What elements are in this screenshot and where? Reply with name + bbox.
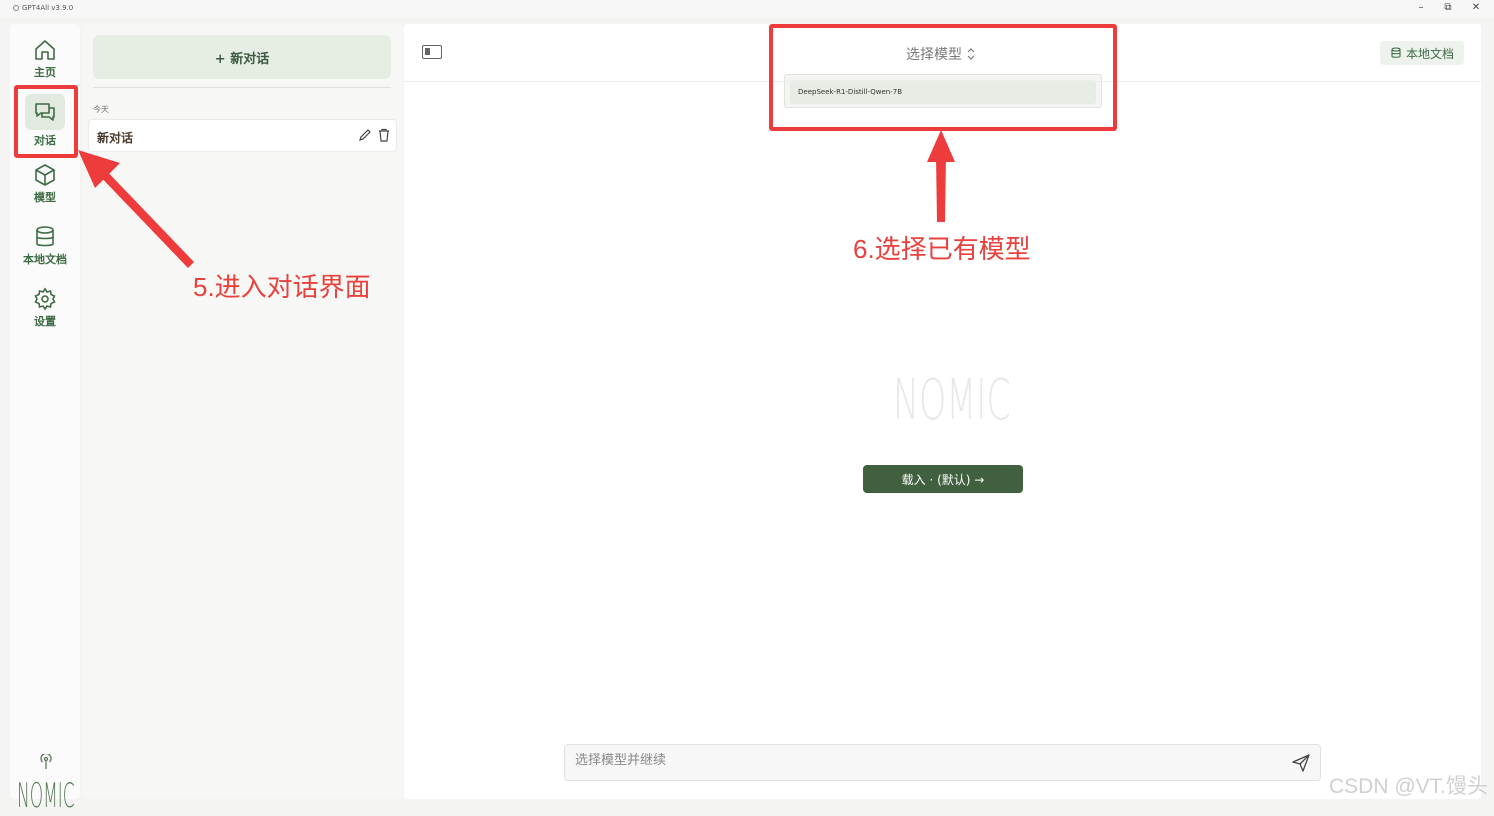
- annotation-step6: 6.选择已有模型: [853, 234, 1031, 264]
- main-chat-area: 选择模型 DeepSeek-R1-Distill-Qwen-7B 本地文档 NO…: [404, 24, 1481, 799]
- chat-list-item[interactable]: 新对话: [88, 119, 397, 152]
- app-icon: [13, 5, 19, 11]
- nav-label-localdocs: 本地文档: [23, 253, 67, 266]
- app-title-text: GPT4All v3.9.0: [22, 4, 74, 12]
- message-input[interactable]: [575, 753, 1275, 768]
- chat-item-title: 新对话: [97, 131, 134, 145]
- database-icon: [36, 226, 54, 247]
- send-icon[interactable]: [1292, 754, 1310, 772]
- watermark: CSDN @VT.馒头: [1329, 775, 1488, 798]
- annotation-step5: 5.进入对话界面: [193, 272, 371, 302]
- nav-item-localdocs[interactable]: 本地文档: [10, 225, 80, 267]
- history-day-label: 今天: [93, 105, 109, 114]
- nav-item-models[interactable]: 模型: [10, 163, 80, 205]
- signal-icon: [40, 754, 52, 769]
- load-default-model-button[interactable]: 载入 · (默认) →: [863, 465, 1023, 493]
- annotation-box-model-select: [769, 24, 1117, 131]
- cube-icon: [35, 164, 55, 186]
- minimize-button[interactable]: –: [1412, 2, 1430, 14]
- annotation-box-chat-nav: [14, 85, 78, 158]
- edit-icon[interactable]: [358, 128, 372, 142]
- new-chat-button[interactable]: + 新对话: [93, 35, 391, 79]
- window-titlebar: GPT4All v3.9.0 – ⧉ ✕: [0, 0, 1494, 18]
- message-input-box: [564, 744, 1321, 781]
- close-button[interactable]: ✕: [1467, 2, 1485, 14]
- nav-label-settings: 设置: [34, 315, 56, 328]
- database-icon: [1391, 47, 1401, 58]
- nav-item-home[interactable]: 主页: [10, 38, 80, 80]
- chat-history-panel: + 新对话 今天 新对话: [83, 24, 403, 799]
- home-icon: [35, 40, 55, 60]
- nav-label-models: 模型: [34, 191, 56, 204]
- nav-item-settings[interactable]: 设置: [10, 287, 80, 329]
- rail-logo: NOMIC: [17, 776, 75, 816]
- history-divider: [93, 87, 391, 88]
- nav-label-home: 主页: [34, 66, 56, 79]
- center-logo: NOMIC: [893, 368, 1011, 433]
- local-docs-label: 本地文档: [1405, 46, 1454, 61]
- restore-button[interactable]: ⧉: [1439, 2, 1457, 14]
- local-docs-button[interactable]: 本地文档: [1379, 41, 1464, 65]
- gear-icon: [34, 287, 56, 311]
- app-title: GPT4All v3.9.0: [13, 4, 73, 12]
- sidebar-toggle-icon[interactable]: [422, 45, 442, 59]
- trash-icon[interactable]: [377, 128, 391, 142]
